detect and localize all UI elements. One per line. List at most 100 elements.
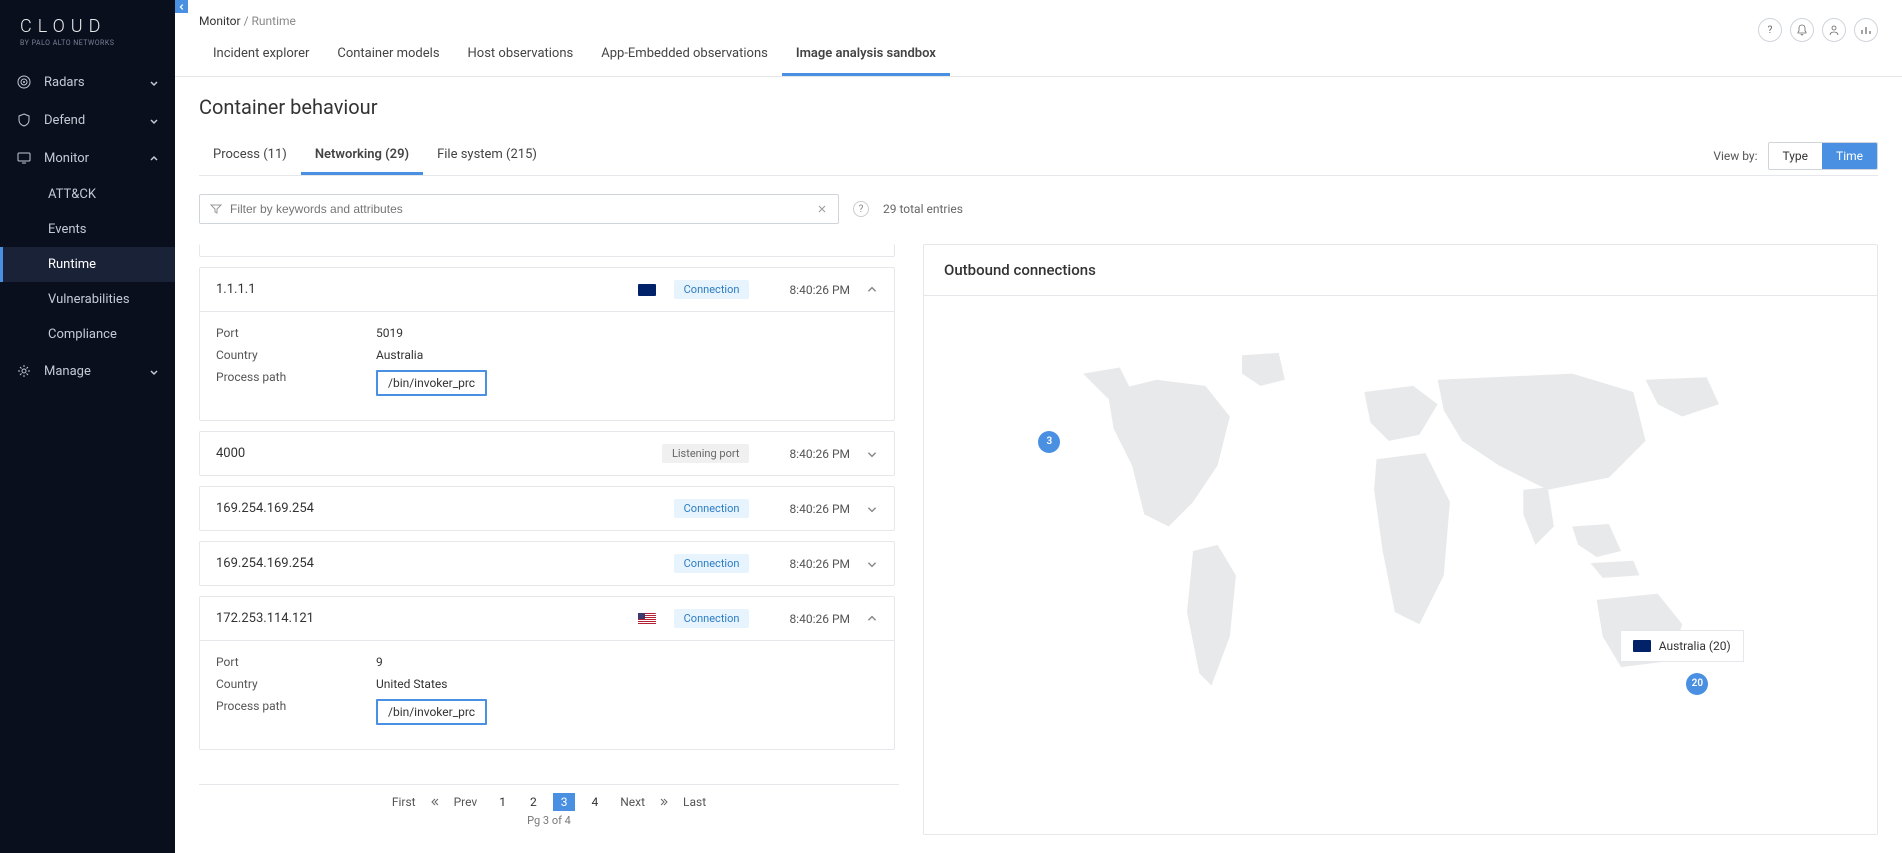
badge-connection: Connection	[674, 499, 750, 518]
list-item-header[interactable]	[200, 244, 894, 256]
list-item-header[interactable]: 4000 Listening port 8:40:26 PM	[200, 432, 894, 475]
tab-container-models[interactable]: Container models	[323, 38, 453, 76]
item-title: 1.1.1.1	[216, 282, 638, 297]
list-item-header[interactable]: 1.1.1.1 Connection 8:40:26 PM	[200, 268, 894, 311]
map-container[interactable]: 3 20 Australia (20)	[924, 296, 1877, 834]
radar-icon	[16, 74, 32, 90]
subtab-process[interactable]: Process (11)	[199, 137, 301, 175]
flag-australia-icon	[1633, 640, 1651, 652]
nav-defend[interactable]: Defend	[0, 101, 175, 139]
list-item: 4000 Listening port 8:40:26 PM	[199, 431, 895, 476]
list-item-header[interactable]: 172.253.114.121 Connection 8:40:26 PM	[200, 597, 894, 640]
detail-value-processpath: /bin/invoker_prc	[376, 370, 487, 396]
nav-radars[interactable]: Radars	[0, 63, 175, 101]
list-container[interactable]: 1.1.1.1 Connection 8:40:26 PM Por	[199, 244, 899, 780]
detail-label-processpath: Process path	[216, 699, 376, 725]
nav-sub-attck[interactable]: ATT&CK	[0, 177, 175, 212]
logo: CLOUD BY PALO ALTO NETWORKS	[0, 0, 175, 63]
chevron-down-icon	[866, 558, 878, 570]
sidebar-collapse-button[interactable]	[175, 0, 188, 13]
panel-title: Outbound connections	[924, 245, 1877, 296]
chevron-down-icon	[149, 366, 159, 376]
map-marker[interactable]: 3	[1038, 431, 1060, 453]
breadcrumb-current: Runtime	[252, 14, 296, 28]
logo-text: CLOUD	[20, 16, 114, 37]
subtab-networking[interactable]: Networking (29)	[301, 137, 423, 175]
page-next-button[interactable]: Next	[614, 793, 651, 811]
nav-sub-compliance[interactable]: Compliance	[0, 317, 175, 352]
list-item: 1.1.1.1 Connection 8:40:26 PM Por	[199, 267, 895, 421]
detail-value-country: United States	[376, 677, 447, 691]
double-chevron-left-icon[interactable]	[430, 797, 440, 807]
main-content: Monitor / Runtime Incident explorer Cont…	[175, 0, 1902, 853]
detail-value-port: 9	[376, 655, 383, 669]
item-time: 8:40:26 PM	[789, 612, 850, 626]
item-time: 8:40:26 PM	[789, 557, 850, 571]
map-legend: Australia (20)	[1620, 630, 1744, 662]
filter-help-icon[interactable]: ?	[853, 201, 869, 217]
nav-sub-runtime[interactable]: Runtime	[0, 247, 175, 282]
tab-incident-explorer[interactable]: Incident explorer	[199, 38, 323, 76]
double-chevron-right-icon[interactable]	[659, 797, 669, 807]
list-item: 172.253.114.121 Connection 8:40:26 PM	[199, 596, 895, 750]
page-last-button[interactable]: Last	[677, 793, 712, 811]
page-number-active[interactable]: 3	[553, 793, 576, 811]
chevron-left-icon	[178, 3, 186, 11]
columns: 1.1.1.1 Connection 8:40:26 PM Por	[199, 244, 1878, 835]
chart-icon[interactable]	[1854, 18, 1878, 42]
list-item	[199, 244, 895, 257]
chevron-down-icon	[149, 115, 159, 125]
page-info: Pg 3 of 4	[527, 814, 571, 827]
badge-connection: Connection	[674, 554, 750, 573]
tab-host-observations[interactable]: Host observations	[454, 38, 588, 76]
top-tabs: Incident explorer Container models Host …	[199, 38, 1758, 76]
detail-value-port: 5019	[376, 326, 403, 340]
list-item: 169.254.169.254 Connection 8:40:26 PM	[199, 541, 895, 586]
view-toggle-time[interactable]: Time	[1822, 143, 1877, 169]
nav-monitor[interactable]: Monitor	[0, 139, 175, 177]
right-panel: Outbound connections	[923, 244, 1878, 835]
filter-icon	[210, 203, 222, 215]
chevron-up-icon	[866, 284, 878, 296]
user-icon[interactable]	[1822, 18, 1846, 42]
detail-value-country: Australia	[376, 348, 423, 362]
gear-icon	[16, 363, 32, 379]
nav-manage[interactable]: Manage	[0, 352, 175, 390]
nav-sub-events[interactable]: Events	[0, 212, 175, 247]
detail-label-port: Port	[216, 655, 376, 669]
page-number[interactable]: 4	[583, 793, 606, 811]
bell-icon[interactable]	[1790, 18, 1814, 42]
item-title: 4000	[216, 446, 662, 461]
subtab-filesystem[interactable]: File system (215)	[423, 137, 551, 175]
chevron-up-icon	[149, 153, 159, 163]
item-details: Port 5019 Country Australia Process path…	[200, 311, 894, 420]
tab-image-analysis[interactable]: Image analysis sandbox	[782, 38, 950, 76]
view-toggle-type[interactable]: Type	[1769, 143, 1823, 169]
badge-listening: Listening port	[662, 444, 749, 463]
page-number[interactable]: 1	[491, 793, 514, 811]
item-time: 8:40:26 PM	[789, 447, 850, 461]
list-item-header[interactable]: 169.254.169.254 Connection 8:40:26 PM	[200, 542, 894, 585]
legend-label: Australia (20)	[1659, 639, 1731, 653]
item-time: 8:40:26 PM	[789, 283, 850, 297]
filter-input[interactable]	[222, 202, 816, 216]
page-first-button[interactable]: First	[386, 793, 422, 811]
list-item-header[interactable]: 169.254.169.254 Connection 8:40:26 PM	[200, 487, 894, 530]
help-icon[interactable]: ?	[1758, 18, 1782, 42]
clear-icon[interactable]	[816, 203, 828, 215]
map-marker[interactable]: 20	[1686, 673, 1708, 695]
detail-value-processpath: /bin/invoker_prc	[376, 699, 487, 725]
filter-row: ? 29 total entries	[199, 194, 1878, 224]
nav-sub-vulnerabilities[interactable]: Vulnerabilities	[0, 282, 175, 317]
top-header: Monitor / Runtime Incident explorer Cont…	[175, 0, 1902, 77]
view-by-control: View by: Type Time	[1713, 142, 1878, 170]
left-column: 1.1.1.1 Connection 8:40:26 PM Por	[199, 244, 899, 835]
page-prev-button[interactable]: Prev	[448, 793, 484, 811]
page-number[interactable]: 2	[522, 793, 545, 811]
sub-nav: Process (11) Networking (29) File system…	[199, 137, 1878, 176]
chevron-down-icon	[149, 77, 159, 87]
breadcrumb-parent[interactable]: Monitor	[199, 14, 241, 28]
item-time: 8:40:26 PM	[789, 502, 850, 516]
tab-app-embedded[interactable]: App-Embedded observations	[587, 38, 782, 76]
item-title: 169.254.169.254	[216, 501, 674, 516]
